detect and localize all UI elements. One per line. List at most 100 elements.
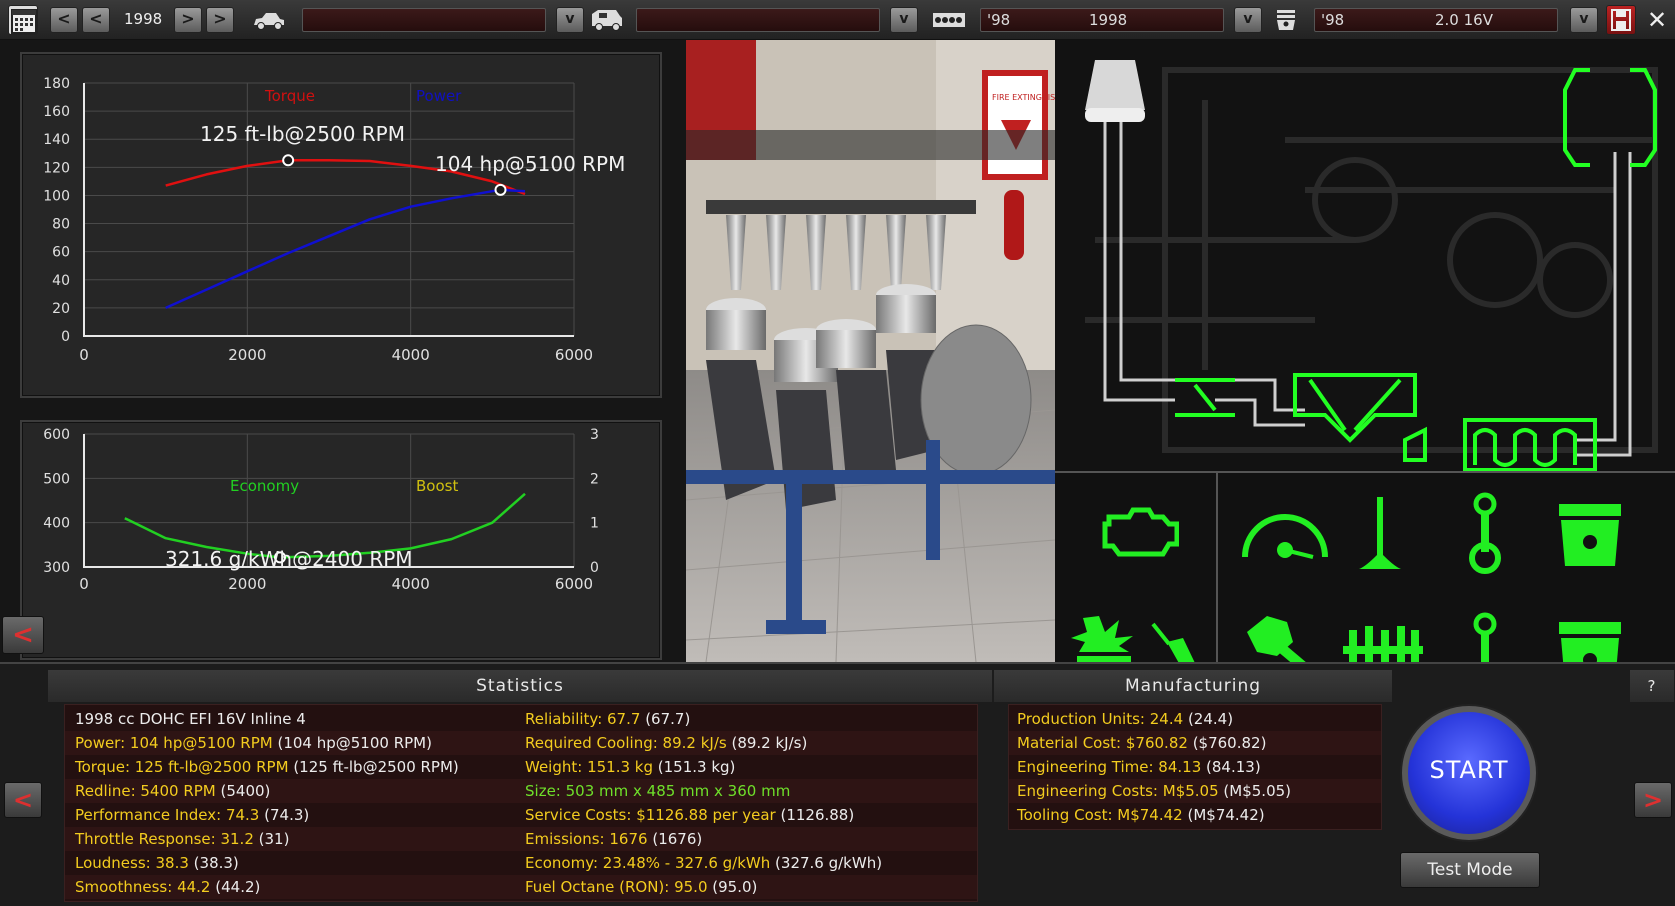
y-tick-label: 100 [43,188,70,204]
stat-size: Size: 503 mm x 485 mm x 360 mm [525,782,791,800]
y-tick-label: 0 [61,329,70,345]
engine-3d-view[interactable]: FIRE EXTINGUISHER [686,40,1055,662]
y2-tick-label: 0 [590,560,599,576]
y-tick-label: 300 [43,560,70,576]
car-icon [252,10,286,36]
air-filter-icon [1085,60,1145,122]
legend-power: Power [416,87,462,105]
power-chart: 0 20 40 60 80 100 120 140 160 180 0 2000 4000 6000 T… [43,76,625,364]
explosion-icon[interactable] [1069,612,1139,662]
valve-icon[interactable] [1355,495,1405,579]
chart-back-button[interactable]: < [2,616,44,654]
stat-torque: Torque: 125 ft-lb@2500 RPM (125 ft-lb@25… [75,758,459,776]
piston-icon[interactable] [1555,502,1625,572]
stats-back-button[interactable]: < [4,782,42,818]
test-mode-button[interactable]: Test Mode [1400,852,1540,888]
stat-performance-index: Performance Index: 74.3 (74.3) [75,806,310,824]
y-tick-label: 180 [43,76,70,92]
van-icon [590,8,624,36]
stat-loudness: Loudness: 38.3 (38.3) [75,854,239,872]
y-tick-label: 140 [43,132,70,148]
chart-axes [83,83,574,337]
gauge-icon[interactable] [1235,495,1335,569]
stat-economy: Economy: 23.48% - 327.6 g/kWh (327.6 g/k… [525,854,883,872]
car-model-dropdown-button[interactable]: v [556,7,584,33]
y-tick-label: 500 [43,471,70,487]
stat-power: Power: 104 hp@5100 RPM (104 hp@5100 RPM) [75,734,432,752]
engine-block-icon [932,10,966,34]
trim-field[interactable] [636,8,880,32]
economy-chart: 300400500600 0123 0 2000 4000 6000 Economy … [43,427,599,593]
peak-torque-label: 125 ft-lb@2500 RPM [200,122,405,146]
conrod-icon[interactable] [1467,492,1503,578]
manufacturing-box: Production Units: 24.4 (24.4) Material C… [1008,704,1382,830]
x-tick-label: 4000 [392,575,430,593]
mfg-engineering-costs: Engineering Costs: M$5.05 (M$5.05) [1017,782,1292,800]
power-chart-panel: 0 20 40 60 80 100 120 140 160 180 0 2000 4000 6000 T… [20,52,662,398]
y-tick-label: 80 [52,217,70,233]
spark-plug-icon[interactable] [1149,620,1209,662]
year-next-button[interactable]: > [174,7,202,33]
peak-marker [282,154,295,167]
start-button-label: START [1429,756,1509,784]
engine-3d-render: FIRE EXTINGUISHER [686,40,1055,662]
engine-family-name: 1998 [1089,11,1128,29]
x-tick-label: 0 [79,346,89,364]
piston-2-icon[interactable] [1555,620,1625,662]
x-tick-label: 6000 [555,575,593,593]
y-tick-label: 400 [43,516,70,532]
y2-tick-label: 1 [590,516,599,532]
close-icon[interactable]: ✕ [1642,5,1672,35]
y-tick-label: 20 [52,301,70,317]
stats-forward-button[interactable]: > [1634,782,1672,818]
calendar-icon[interactable] [8,5,38,35]
engine-variant-field[interactable]: '98 2.0 16V [1314,8,1558,32]
engine-family-field[interactable]: '98 1998 [980,8,1224,32]
engine-family-year: '98 [987,11,1011,29]
economy-peak-label: 321.6 g/kWh@2400 RPM [165,547,413,571]
engine-variant-name: 2.0 16V [1435,11,1493,29]
y-tick-label: 160 [43,104,70,120]
peak-marker [494,183,507,196]
stat-service-costs: Service Costs: $1126.88 per year (1126.8… [525,806,855,824]
year-next-next-button[interactable]: > [206,7,234,33]
engine-icon[interactable] [1099,502,1180,564]
year-prev-button[interactable]: < [82,7,110,33]
legend-economy: Economy [230,477,299,495]
peak-power-label: 104 hp@5100 RPM [435,152,625,176]
y2-tick-label: 2 [590,471,599,487]
year-value: 1998 [124,10,163,28]
engine-family-dropdown-button[interactable]: v [1234,7,1262,33]
camshaft-icon[interactable] [1341,620,1425,662]
save-icon[interactable] [1606,5,1636,35]
y-tick-label: 40 [52,273,70,289]
stat-weight: Weight: 151.3 kg (151.3 kg) [525,758,736,776]
statistics-header: Statistics [48,670,992,702]
stat-required-cooling: Required Cooling: 89.2 kJ/s (89.2 kJ/s) [525,734,808,752]
series-line-power [165,188,526,310]
y-tick-label: 600 [43,427,70,443]
x-tick-label: 6000 [555,346,593,364]
stat-smoothness: Smoothness: 44.2 (44.2) [75,878,261,896]
conrod-2-icon[interactable] [1467,612,1503,662]
car-model-field[interactable] [302,8,546,32]
x-tick-label: 2000 [228,575,266,593]
stat-fuel-octane: Fuel Octane (RON): 95.0 (95.0) [525,878,758,896]
legend-boost: Boost [416,477,458,495]
x-tick-label: 2000 [228,346,266,364]
year-prev-prev-button[interactable]: < [50,7,78,33]
stat-throttle-response: Throttle Response: 31.2 (31) [75,830,290,848]
economy-chart-panel: 300 400 500 600 0123 0 2000 4000 6000 Economy … [20,420,662,660]
stat-reliability: Reliability: 67.7 (67.7) [525,710,691,728]
statistics-box: 1998 cc DOHC EFI 16V Inline 4 Power: 104… [64,704,978,902]
stat-emissions: Emissions: 1676 (1676) [525,830,703,848]
wrench-icon[interactable] [1237,612,1327,662]
trim-dropdown-button[interactable]: v [890,7,918,33]
engine-designer-screen: < < 1998 > > v v '98 1998 v '98 2.0 16V … [0,0,1675,906]
start-button[interactable]: START [1402,706,1536,840]
manufacturing-header: Manufacturing [994,670,1392,702]
mfg-tooling-cost: Tooling Cost: M$74.42 (M$74.42) [1017,806,1265,824]
engine-variant-dropdown-button[interactable]: v [1570,7,1598,33]
help-button[interactable]: ? [1630,670,1674,702]
bottom-panel: Statistics Manufacturing ? < 1998 cc DOH… [0,662,1675,906]
